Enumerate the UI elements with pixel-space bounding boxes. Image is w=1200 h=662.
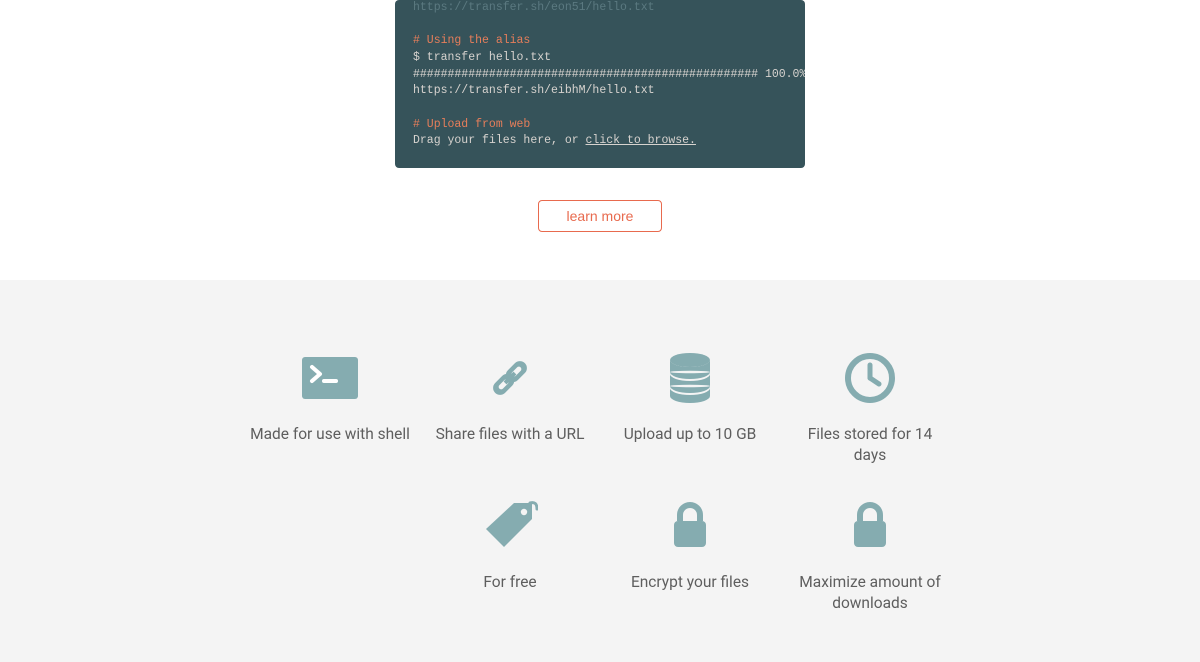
- feature-shell: Made for use with shell: [240, 350, 420, 466]
- lock-icon: [850, 501, 890, 551]
- feature-url: Share files with a URL: [420, 350, 600, 466]
- terminal-progress: ########################################…: [413, 67, 787, 84]
- terminal-faded-line: https://transfer.sh/eon51/hello.txt: [413, 0, 787, 17]
- feature-label: Made for use with shell: [250, 424, 410, 445]
- feature-label: For free: [430, 572, 590, 593]
- feature-upload: Upload up to 10 GB: [600, 350, 780, 466]
- feature-label: Encrypt your files: [610, 572, 770, 593]
- feature-downloads: Maximize amount of downloads: [780, 498, 960, 614]
- link-icon: [483, 351, 537, 405]
- terminal-comment-alias: # Using the alias: [413, 33, 787, 50]
- feature-encrypt: Encrypt your files: [600, 498, 780, 614]
- features-section: Made for use with shell Share files with…: [0, 280, 1200, 662]
- tag-icon: [482, 501, 538, 551]
- feature-label: Upload up to 10 GB: [610, 424, 770, 445]
- feature-stored: Files stored for 14 days: [780, 350, 960, 466]
- database-icon: [668, 352, 712, 404]
- clock-icon: [845, 353, 895, 403]
- feature-free: For free: [420, 498, 600, 614]
- learn-more-button[interactable]: learn more: [538, 200, 663, 232]
- terminal-comment-web: # Upload from web: [413, 117, 787, 134]
- browse-link[interactable]: click to browse.: [586, 134, 696, 147]
- terminal-result-url: https://transfer.sh/eibhM/hello.txt: [413, 83, 787, 100]
- terminal-snippet: https://transfer.sh/eon51/hello.txt # Us…: [395, 0, 805, 168]
- feature-label: Share files with a URL: [430, 424, 590, 445]
- feature-label: Maximize amount of downloads: [790, 572, 950, 614]
- terminal-drop-hint: Drag your files here, or click to browse…: [413, 133, 787, 150]
- feature-label: Files stored for 14 days: [790, 424, 950, 466]
- terminal-icon: [302, 357, 358, 399]
- lock-icon: [670, 501, 710, 551]
- terminal-cmd-alias: $ transfer hello.txt: [413, 50, 787, 67]
